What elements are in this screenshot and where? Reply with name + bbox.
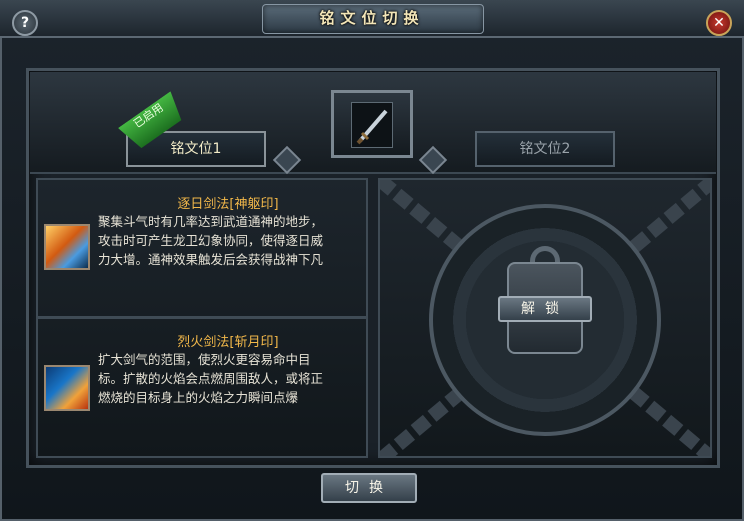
skill-description: 扩大剑气的范围，使烈火更容易命中目 标。扩散的火焰会点燃周围敌人，或将正 燃烧的…: [98, 350, 364, 407]
description-line: 燃烧的目标身上的火焰之力瞬间点爆: [98, 390, 299, 405]
description-line: 标。扩散的火焰会点燃周围敌人，或将正: [98, 371, 324, 386]
description-line: 攻击时可产生龙卫幻象协同，使得逐日威: [98, 233, 324, 248]
sun-sword-skill-icon[interactable]: [44, 224, 90, 270]
skill-name: 烈火剑法[斩月印]: [177, 335, 279, 350]
description-line: 力大增。通神效果触发后会获得战神下凡: [98, 252, 324, 267]
help-button[interactable]: ?: [12, 10, 38, 36]
skill-description: 聚集斗气时有几率达到武道通神的地步， 攻击时可产生龙卫幻象协同，使得逐日威 力大…: [98, 212, 364, 269]
close-icon: ✕: [713, 15, 725, 31]
unlock-button[interactable]: 解锁: [498, 296, 592, 322]
skill-divider: [38, 316, 366, 319]
tab-inscription-slot-2[interactable]: 铭文位2: [475, 131, 615, 167]
skill-name: 逐日剑法[神躯印]: [177, 197, 279, 212]
switch-button[interactable]: 切换: [321, 473, 417, 503]
flame-sword-skill-icon[interactable]: [44, 365, 90, 411]
description-line: 聚集斗气时有几率达到武道通神的地步，: [98, 214, 324, 229]
close-button[interactable]: ✕: [706, 10, 732, 36]
sword-icon: [351, 102, 393, 148]
description-line: 扩大剑气的范围，使烈火更容易命中目: [98, 352, 311, 367]
window-title: 铭文位切换: [319, 9, 425, 27]
question-icon: ?: [20, 15, 30, 31]
